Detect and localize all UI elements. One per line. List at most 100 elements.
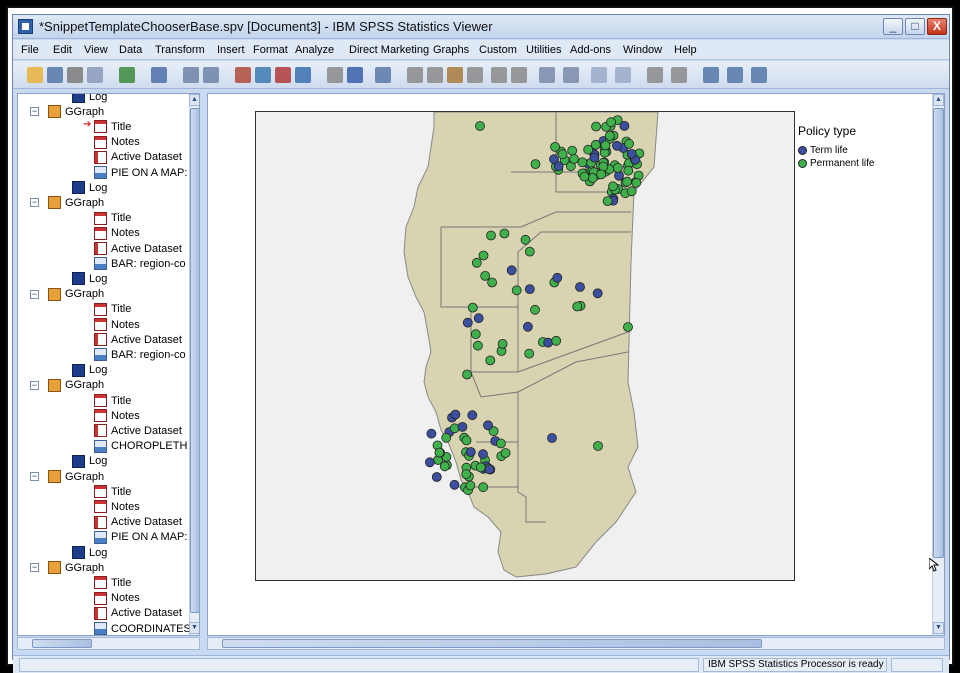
menu-window[interactable]: Window (623, 44, 662, 56)
outline-item-dataset[interactable]: Active Dataset (94, 332, 182, 347)
menu-analyze[interactable]: Analyze (295, 44, 334, 56)
redo-icon[interactable] (203, 67, 219, 83)
outline-item-title[interactable]: Title (94, 302, 131, 317)
print-icon[interactable] (67, 67, 83, 83)
outline-item-dataset[interactable]: Active Dataset (94, 423, 182, 438)
minimize-button[interactable]: _ (883, 18, 903, 35)
menu-insert[interactable]: Insert (217, 44, 245, 56)
forward-icon[interactable] (563, 67, 579, 83)
outline-item-log[interactable]: Log (72, 271, 107, 286)
variables-icon[interactable] (295, 67, 311, 83)
collapse-toggle-icon[interactable]: − (30, 107, 39, 117)
outline-item-notes[interactable]: Notes (94, 591, 140, 606)
outline-item-dataset[interactable]: Active Dataset (94, 150, 182, 165)
scroll-up-icon[interactable]: ▲ (189, 94, 199, 106)
outline-item-chart[interactable]: PIE ON A MAP: (94, 165, 187, 180)
outline-item-chart[interactable]: PIE ON A MAP: (94, 530, 187, 545)
select-output-icon[interactable] (347, 67, 363, 83)
content-scroll-down-icon[interactable]: ▼ (933, 622, 944, 634)
undo-icon[interactable] (183, 67, 199, 83)
menu-format[interactable]: Format (253, 44, 288, 56)
outline-item-ggraph[interactable]: GGraph (48, 378, 104, 393)
outline-item-notes[interactable]: Notes (94, 317, 140, 332)
content-horizontal-scrollbar[interactable] (207, 637, 945, 650)
data-icon[interactable] (751, 67, 767, 83)
outline-vertical-scrollbar[interactable]: ▲ ▼ (189, 94, 199, 635)
collapse-toggle-icon[interactable]: − (30, 198, 39, 208)
syntax-icon[interactable] (727, 67, 743, 83)
menu-view[interactable]: View (84, 44, 108, 56)
outline-item-log[interactable]: Log (72, 363, 107, 378)
save-icon[interactable] (47, 67, 63, 83)
outline-item-ggraph[interactable]: GGraph (48, 195, 104, 210)
outline-item-log[interactable]: Log (72, 94, 107, 104)
title-bar[interactable]: *SnippetTemplateChooserBase.spv [Documen… (13, 15, 949, 39)
menu-data[interactable]: Data (119, 44, 142, 56)
outline-item-ggraph[interactable]: GGraph (48, 560, 104, 575)
outline-item-title[interactable]: Title (94, 484, 131, 499)
outline-item-log[interactable]: Log (72, 545, 107, 560)
outline-item-notes[interactable]: Notes (94, 226, 140, 241)
outline-item-title[interactable]: Title (94, 393, 131, 408)
back-icon[interactable] (539, 67, 555, 83)
goto-data-icon[interactable] (235, 67, 251, 83)
expand-icon[interactable] (467, 67, 483, 83)
recall-dialog-icon[interactable] (151, 67, 167, 83)
outline-item-chart[interactable]: BAR: region-co (94, 256, 186, 271)
outline-pane[interactable]: Log GGraph − ➔ Title Notes Active Dataset PIE O… (17, 93, 200, 636)
menu-help[interactable]: Help (674, 44, 697, 56)
outline-item-chart[interactable]: BAR: region-co (94, 347, 186, 362)
show-icon[interactable] (491, 67, 507, 83)
collapse-toggle-icon[interactable]: − (30, 289, 39, 299)
tree-icon[interactable] (647, 67, 663, 83)
outline-item-chart[interactable]: CHOROPLETH (94, 439, 187, 454)
outline-scroll-thumb[interactable] (190, 108, 199, 613)
output-icon[interactable] (703, 67, 719, 83)
goto-case-icon[interactable] (255, 67, 271, 83)
outline-item-ggraph[interactable]: GGraph (48, 469, 104, 484)
insert-icon[interactable] (375, 67, 391, 83)
outline-item-notes[interactable]: Notes (94, 499, 140, 514)
remove-icon[interactable] (615, 67, 631, 83)
content-scroll-up-icon[interactable]: ▲ (933, 94, 944, 106)
outline-item-title[interactable]: Title (94, 575, 131, 590)
outline-item-chart[interactable]: COORDINATES (94, 621, 191, 635)
maximize-button[interactable]: □ (905, 18, 925, 35)
add-icon[interactable] (591, 67, 607, 83)
outline-item-title[interactable]: ➔ Title (83, 119, 131, 134)
hide-icon[interactable] (511, 67, 527, 83)
menu-graphs[interactable]: Graphs (433, 44, 469, 56)
outline-item-log[interactable]: Log (72, 454, 107, 469)
menu-custom[interactable]: Custom (479, 44, 517, 56)
open-icon[interactable] (27, 67, 43, 83)
map-chart[interactable] (255, 111, 795, 581)
table-icon[interactable] (671, 67, 687, 83)
content-hscroll-thumb[interactable] (222, 639, 762, 648)
outline-item-title[interactable]: Title (94, 211, 131, 226)
scroll-down-icon[interactable]: ▼ (189, 622, 199, 634)
print-preview-icon[interactable] (87, 67, 103, 83)
content-vertical-scrollbar[interactable]: ▲ ▼ (932, 94, 944, 635)
menu-edit[interactable]: Edit (53, 44, 72, 56)
collapse-toggle-icon[interactable]: − (30, 563, 39, 573)
outline-item-dataset[interactable]: Active Dataset (94, 241, 182, 256)
outline-item-log[interactable]: Log (72, 180, 107, 195)
outline-item-ggraph[interactable]: GGraph (48, 104, 104, 119)
demote-icon[interactable] (427, 67, 443, 83)
menu-transform[interactable]: Transform (155, 44, 205, 56)
promote-icon[interactable] (407, 67, 423, 83)
outline-item-ggraph[interactable]: GGraph (48, 287, 104, 302)
collapse-toggle-icon[interactable]: − (30, 472, 39, 481)
close-button[interactable]: X (927, 18, 947, 35)
outline-horizontal-scrollbar[interactable] (17, 637, 200, 650)
export-icon[interactable] (119, 67, 135, 83)
menu-direct-marketing[interactable]: Direct Marketing (349, 44, 429, 56)
outline-item-dataset[interactable]: Active Dataset (94, 606, 182, 621)
content-scroll-thumb[interactable] (933, 108, 944, 558)
outline-item-notes[interactable]: Notes (94, 135, 140, 150)
content-pane[interactable]: Policy type Term life Permanent life ▲ ▼ (207, 93, 945, 636)
menu-file[interactable]: File (21, 44, 39, 56)
collapse-toggle-icon[interactable]: − (30, 380, 39, 390)
menu-add-ons[interactable]: Add-ons (570, 44, 611, 56)
outline-item-notes[interactable]: Notes (94, 408, 140, 423)
